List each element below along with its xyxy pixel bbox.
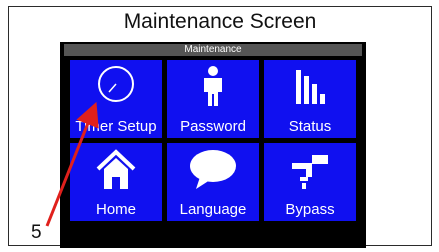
callout-number: 5	[31, 222, 42, 243]
callout-arrow	[45, 101, 99, 227]
